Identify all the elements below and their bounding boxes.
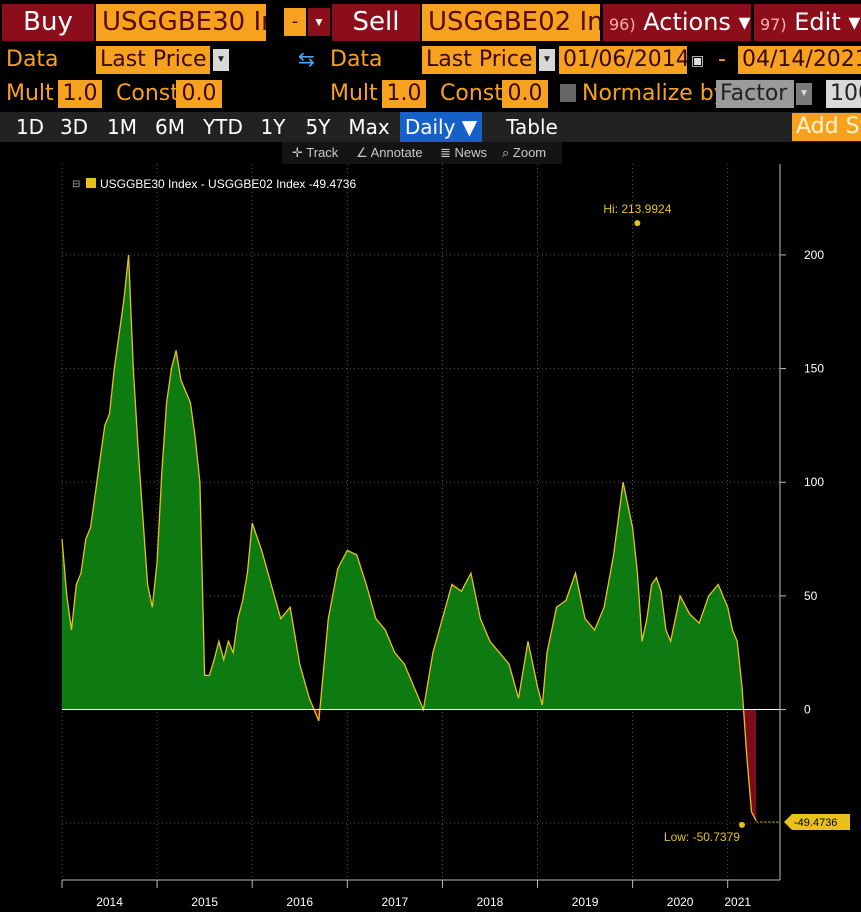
mult-label-left: Mult — [6, 81, 54, 106]
y-tick-label: 50 — [804, 589, 818, 603]
sell-label: Sell — [332, 4, 420, 41]
edit-menu-button[interactable]: 97) Edit ▾ — [754, 4, 861, 41]
normalize-select[interactable]: Factor — [716, 80, 794, 108]
actions-menu-button[interactable]: 96) Actions ▾ — [603, 4, 751, 41]
edit-label: Edit ▾ — [794, 8, 861, 36]
y-tick-label: 100 — [804, 475, 824, 489]
operator-dropdown-icon[interactable]: ▼ — [308, 8, 330, 36]
annotate-button[interactable]: ∠ Annotate — [356, 142, 423, 164]
zoom-button[interactable]: ⌕ Zoom — [502, 142, 546, 164]
low-label: Low: -50.7379 — [664, 830, 740, 844]
hi-label: Hi: 213.9924 — [603, 202, 671, 216]
tab-5y[interactable]: 5Y — [298, 112, 338, 142]
swap-icon[interactable]: ⇆ — [298, 48, 324, 72]
last-value-tag: -49.4736 — [784, 813, 850, 830]
sell-ticker-input[interactable]: USGGBE02 Ind — [422, 4, 600, 41]
x-tick-label: 2021 — [724, 895, 751, 909]
actions-shortcut: 96) — [609, 15, 636, 34]
tab-1y[interactable]: 1Y — [254, 112, 292, 142]
const-field-right[interactable]: 0.0 — [502, 80, 548, 108]
buy-label: Buy — [2, 4, 94, 41]
low-marker — [738, 821, 745, 828]
news-button[interactable]: ≣ News — [440, 142, 487, 164]
data-label-right: Data — [330, 47, 383, 72]
start-date-field[interactable]: 01/06/2014 — [559, 46, 687, 74]
x-tick-label: 2016 — [286, 895, 313, 909]
x-tick-label: 2015 — [191, 895, 218, 909]
pencil-icon: ∠ — [356, 145, 371, 160]
tab-1m[interactable]: 1M — [100, 112, 144, 142]
tab-table[interactable]: Table — [496, 112, 568, 142]
add-study-input[interactable]: Add Stu — [792, 113, 861, 141]
x-tick-label: 2020 — [667, 895, 694, 909]
tab-6m[interactable]: 6M — [148, 112, 192, 142]
edit-shortcut: 97) — [760, 15, 787, 34]
mult-field-left[interactable]: 1.0 — [58, 80, 102, 108]
data-label-left: Data — [6, 47, 59, 72]
y-tick-label: 0 — [804, 703, 811, 717]
x-tick-label: 2019 — [572, 895, 599, 909]
x-tick-label: 2014 — [96, 895, 123, 909]
mult-label-right: Mult — [330, 81, 378, 106]
y-tick-label: 200 — [804, 248, 824, 262]
tab-daily-dropdown[interactable]: Daily ▼ — [400, 112, 482, 142]
last-value-text: -49.4736 — [794, 817, 837, 829]
data-field-right[interactable]: Last Price — [422, 46, 536, 74]
zoom-label: Zoom — [512, 145, 547, 160]
const-label-right: Const — [440, 81, 503, 106]
spread-chart[interactable]: 0 50 100 150 200 2014 2015 2016 2017 2018 2019 202… — [0, 164, 861, 912]
end-date-field[interactable]: 04/14/2021 — [738, 46, 861, 74]
news-label: News — [454, 145, 488, 160]
area-positive — [62, 254, 744, 710]
legend-collapse-icon[interactable]: ⊟ — [72, 179, 80, 190]
x-tick-labels: 2014 2015 2016 2017 2018 2019 2020 2021 — [61, 880, 751, 909]
legend-swatch — [86, 178, 96, 188]
calendar-icon[interactable]: ▣ — [691, 50, 705, 70]
date-separator: - — [718, 47, 726, 72]
crosshair-icon: ✛ — [292, 145, 307, 160]
factor-field[interactable]: 100 — [826, 80, 861, 108]
tab-ytd[interactable]: YTD — [196, 112, 250, 142]
y-tick-label: 150 — [804, 362, 824, 376]
magnifier-icon: ⌕ — [502, 145, 513, 160]
const-label-left: Const — [116, 81, 179, 106]
operator-minus-button[interactable]: - — [284, 8, 306, 36]
track-label: Track — [306, 145, 339, 160]
hi-marker — [634, 220, 641, 227]
tab-max[interactable]: Max — [342, 112, 396, 142]
buy-ticker-input[interactable]: USGGBE30 Inc — [96, 4, 266, 41]
track-button[interactable]: ✛ Track — [292, 142, 338, 164]
x-tick-label: 2018 — [477, 895, 504, 909]
news-icon: ≣ — [440, 145, 455, 160]
data-field-left[interactable]: Last Price — [96, 46, 210, 74]
tab-1d[interactable]: 1D — [10, 112, 50, 142]
const-field-left[interactable]: 0.0 — [176, 80, 222, 108]
data-dropdown-right-icon[interactable]: ▼ — [539, 49, 555, 71]
normalize-checkbox[interactable] — [560, 84, 576, 102]
mult-field-right[interactable]: 1.0 — [382, 80, 426, 108]
x-tick-label: 2017 — [381, 895, 408, 909]
normalize-label: Normalize by — [582, 81, 727, 106]
data-dropdown-left-icon[interactable]: ▼ — [213, 49, 229, 71]
legend-label: USGGBE30 Index - USGGBE02 Index -49.4736 — [100, 177, 356, 191]
tab-3d[interactable]: 3D — [54, 112, 94, 142]
actions-label: Actions ▾ — [643, 8, 751, 36]
annotate-label: Annotate — [370, 145, 423, 160]
normalize-dropdown-icon[interactable]: ▼ — [796, 83, 812, 105]
y-tick-labels: 0 50 100 150 200 — [780, 248, 824, 717]
